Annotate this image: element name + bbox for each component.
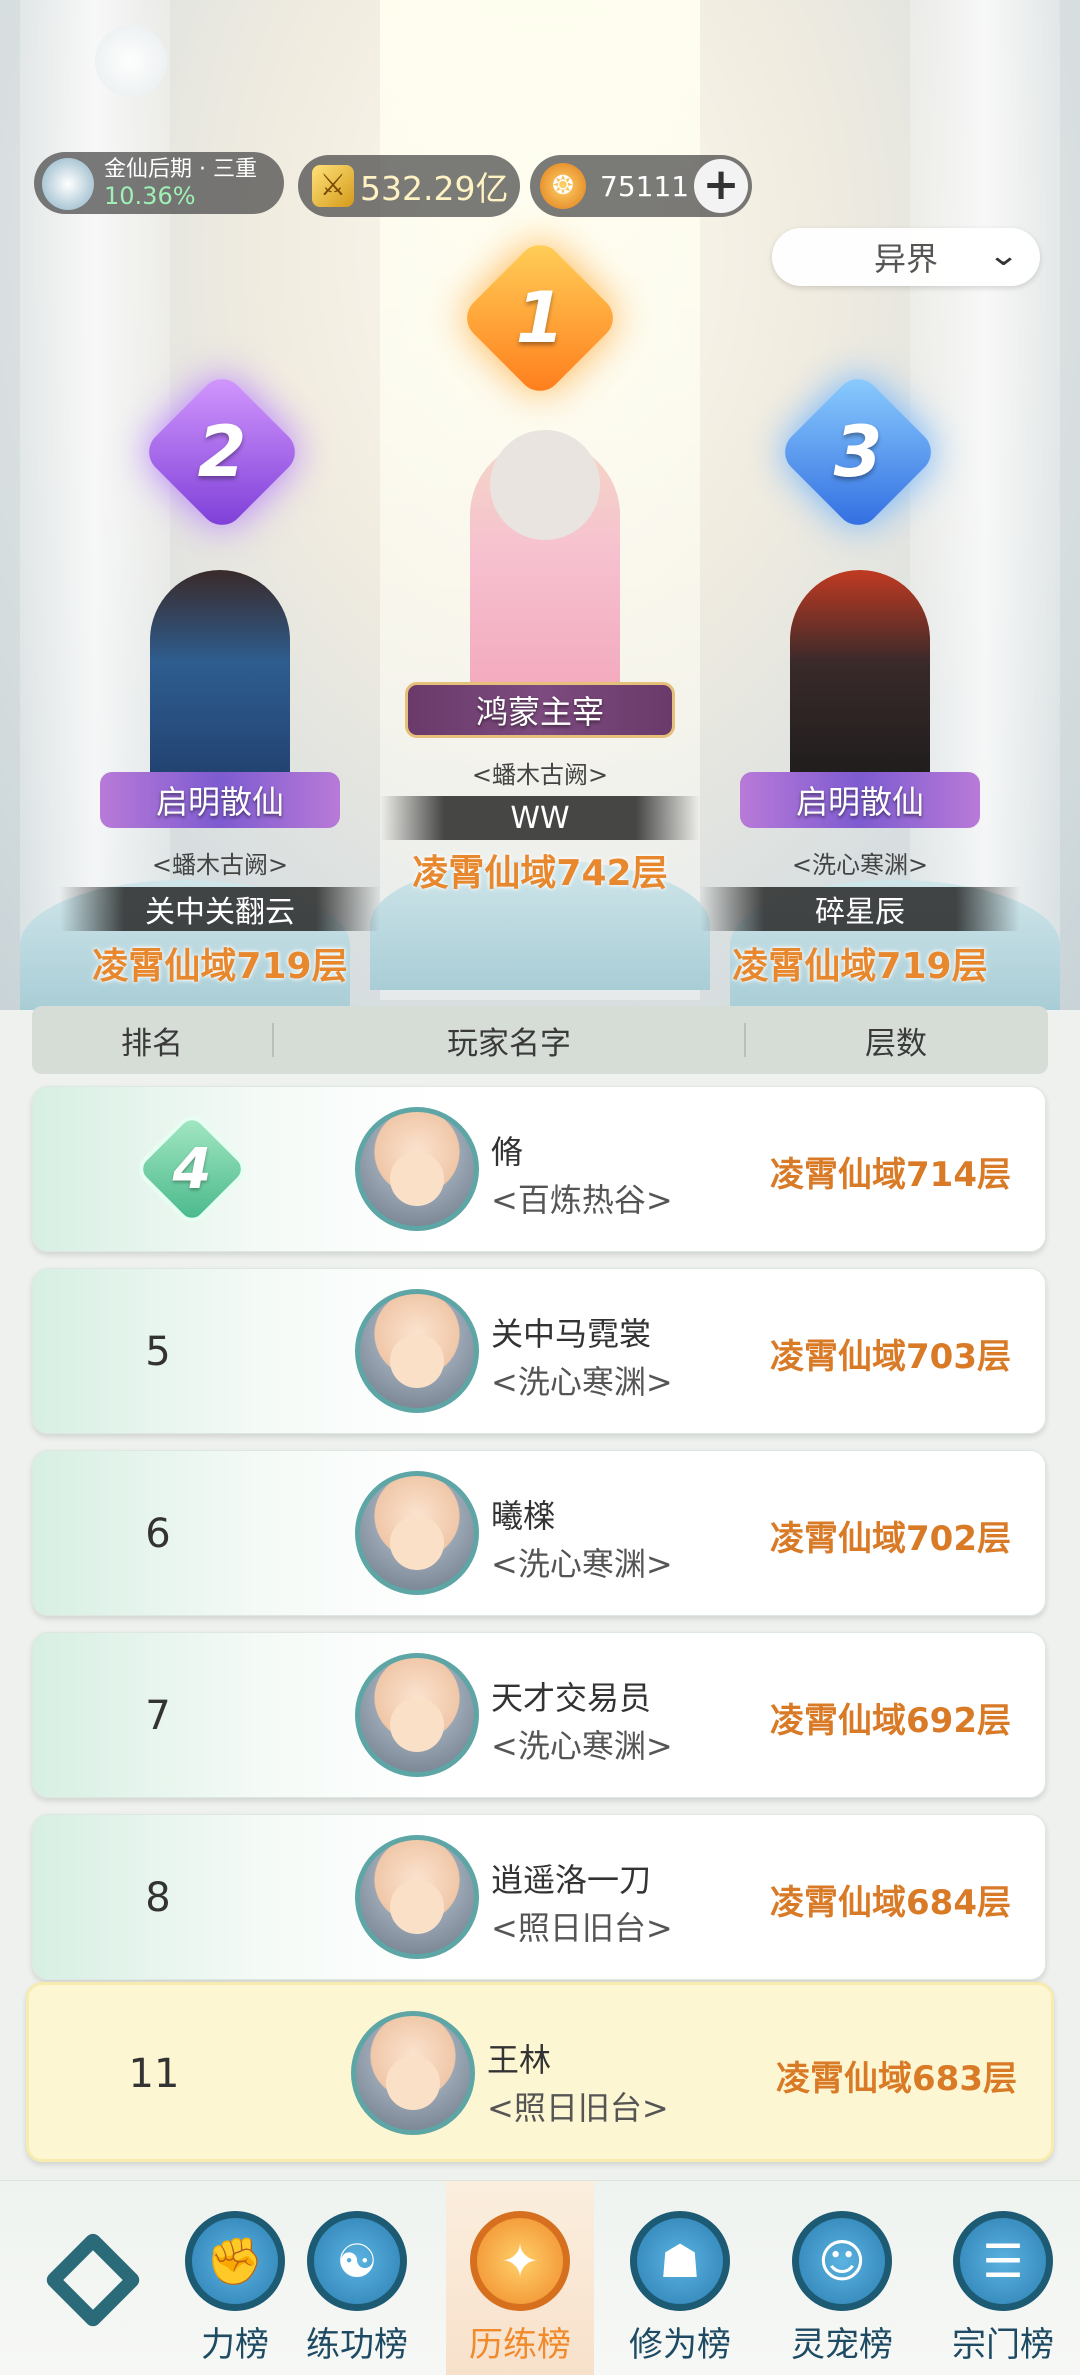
gold-amount: 532.29亿 [360, 169, 509, 208]
rank-1-title-plate: 鸿蒙主宰 [405, 682, 675, 738]
player-guild: <照日旧台> [491, 1909, 673, 1947]
scroll-icon: ☰ [953, 2211, 1053, 2311]
avatar[interactable] [355, 1835, 479, 1959]
rank-2-name: 关中关翻云 [60, 887, 380, 931]
rank-3-floor: 凌霄仙域719层 [732, 946, 988, 987]
rank-number: 6 [145, 1511, 171, 1557]
player-name: 脩 [491, 1133, 524, 1171]
table-row[interactable]: 6 曦檪 <洗心寒渊> 凌霄仙域702层 [32, 1450, 1046, 1616]
rank-3-title-plate: 启明散仙 [740, 772, 980, 828]
rank-1-badge: 1 [457, 235, 623, 401]
player-guild: <洗心寒渊> [491, 1545, 673, 1583]
rank-1-floor: 凌霄仙域742层 [412, 853, 668, 894]
player-floor: 凌霄仙域683层 [776, 2059, 1017, 2099]
player-name: 关中马霓裳 [491, 1315, 652, 1353]
realm-filter-value: 异界 [873, 240, 938, 278]
add-currency-button[interactable]: + [694, 159, 748, 213]
tab-cultivation-rank[interactable]: ☗ 修为榜 [615, 2211, 745, 2366]
rank-number: 7 [145, 1693, 171, 1739]
table-row[interactable]: 8 逍遥洛一刀 <照日旧台> 凌霄仙域684层 [32, 1814, 1046, 1980]
player-guild: <照日旧台> [487, 2089, 669, 2127]
rank-3-name: 碎星辰 [700, 887, 1020, 931]
header-floor: 层数 [865, 1025, 927, 1062]
avatar[interactable] [355, 1289, 479, 1413]
realm-status[interactable]: 金仙后期 · 三重 10.36% [34, 152, 284, 214]
avatar[interactable] [351, 2011, 475, 2135]
player-floor: 凌霄仙域714层 [770, 1155, 1011, 1195]
rank-2-guild: <蟠木古阙> [151, 851, 289, 879]
rank-3-badge: 3 [775, 369, 941, 535]
self-rank-row[interactable]: 11 王林 <照日旧台> 凌霄仙域683层 [26, 1982, 1054, 2162]
spirit-pet-icon: ☺ [792, 2211, 892, 2311]
player-name: 曦檪 [491, 1497, 556, 1535]
rank-2-floor: 凌霄仙域719层 [92, 946, 348, 987]
player-guild: <百炼热谷> [491, 1181, 673, 1219]
table-row[interactable]: 7 天才交易员 <洗心寒渊> 凌霄仙域692层 [32, 1632, 1046, 1798]
rank-4-badge: 4 [132, 1109, 252, 1229]
fist-icon: ✊ [185, 2211, 285, 2311]
realm-progress: 10.36% [104, 181, 196, 210]
player-floor: 凌霄仙域703层 [770, 1337, 1011, 1377]
player-guild: <洗心寒渊> [491, 1727, 673, 1765]
player-name: 王林 [487, 2041, 552, 2079]
jade-amount: 75111 [600, 169, 690, 203]
avatar[interactable] [355, 1653, 479, 1777]
sword-currency-icon: ⚔ [312, 165, 354, 207]
peach-currency-icon: ❂ [540, 163, 586, 209]
yin-yang-icon: ☯ [307, 2211, 407, 2311]
rank-3-character[interactable] [790, 570, 930, 800]
realm-filter-dropdown[interactable]: 异界 ⌄ [772, 228, 1040, 286]
tab-pet-rank[interactable]: ☺ 灵宠榜 [777, 2211, 907, 2366]
jade-currency[interactable]: ❂ 75111 + [530, 155, 752, 217]
tab-sect-rank[interactable]: ☰ 宗门榜 [938, 2211, 1068, 2366]
rank-number: 8 [145, 1875, 171, 1921]
star-burst-icon: ✦ [470, 2211, 570, 2311]
avatar[interactable] [355, 1471, 479, 1595]
rank-3-guild: <洗心寒渊> [791, 851, 929, 879]
rank-1-name: WW [380, 796, 700, 840]
header-player: 玩家名字 [447, 1025, 571, 1062]
rank-number: 11 [128, 2051, 180, 2097]
tab-trial-rank[interactable]: ✦ 历练榜 [455, 2211, 585, 2366]
player-floor: 凌霄仙域692层 [770, 1701, 1011, 1741]
player-floor: 凌霄仙域702层 [770, 1519, 1011, 1559]
rank-1-character-head [490, 430, 600, 540]
player-floor: 凌霄仙域684层 [770, 1883, 1011, 1923]
tab-power-rank[interactable]: ✊ 力榜 [170, 2211, 300, 2366]
ranking-table-header: 排名 玩家名字 层数 [32, 1006, 1048, 1074]
chevron-down-icon: ⌄ [987, 238, 1020, 273]
player-name: 天才交易员 [491, 1679, 652, 1717]
meditation-hat-icon: ☗ [630, 2211, 730, 2311]
rank-1-guild: <蟠木古阙> [471, 761, 609, 789]
immortal-avatar-icon [42, 158, 94, 210]
table-row[interactable]: 4 脩 <百炼热谷> 凌霄仙域714层 [32, 1086, 1046, 1252]
tab-training-rank[interactable]: ☯ 练功榜 [292, 2211, 422, 2366]
bottom-navigation: ✊ 力榜 ☯ 练功榜 ✦ 历练榜 ☗ 修为榜 ☺ 灵宠榜 ☰ 宗门榜 [0, 2180, 1080, 2375]
realm-label: 金仙后期 · 三重 [104, 156, 257, 182]
rank-number: 5 [145, 1329, 171, 1375]
header-rank: 排名 [121, 1025, 183, 1062]
rank-2-character[interactable] [150, 570, 290, 800]
table-row[interactable]: 5 关中马霓裳 <洗心寒渊> 凌霄仙域703层 [32, 1268, 1046, 1434]
player-guild: <洗心寒渊> [491, 1363, 673, 1401]
moon-decoration [95, 25, 167, 97]
menu-home-icon[interactable] [40, 2227, 146, 2333]
rank-2-badge: 2 [139, 369, 305, 535]
avatar[interactable] [355, 1107, 479, 1231]
rank-2-title-plate: 启明散仙 [100, 772, 340, 828]
player-name: 逍遥洛一刀 [491, 1861, 652, 1899]
gold-currency[interactable]: ⚔ 532.29亿 [298, 155, 520, 217]
